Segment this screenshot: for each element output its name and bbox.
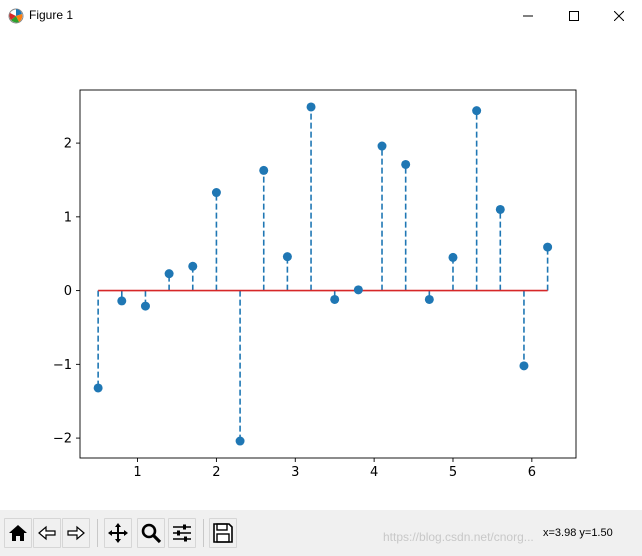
- save-icon: [213, 523, 233, 543]
- stem-marker: [140, 301, 150, 311]
- stem-marker: [472, 106, 482, 116]
- stem-marker: [282, 252, 292, 262]
- x-tick-label: 5: [449, 465, 457, 480]
- stem-plot[interactable]: 1 2 3 4 5 6 −2 −1 0 1 2: [0, 32, 642, 510]
- stem-marker: [93, 383, 103, 393]
- pan-button[interactable]: [104, 518, 132, 548]
- stem-marker: [188, 261, 198, 271]
- zoom-icon: [141, 523, 162, 544]
- stem-marker: [117, 296, 127, 306]
- maximize-icon: [569, 11, 579, 21]
- stem-marker: [401, 159, 411, 169]
- y-tick-label: 0: [64, 284, 72, 299]
- x-tick-label: 4: [370, 465, 378, 480]
- stem-marker: [377, 141, 387, 151]
- forward-icon: [67, 525, 85, 541]
- stem-marker: [259, 165, 269, 175]
- configure-subplots-button[interactable]: [168, 518, 196, 548]
- stem-marker: [424, 294, 434, 304]
- stem-marker: [353, 285, 363, 295]
- axes-frame: [79, 89, 577, 459]
- y-tick-label: −1: [53, 358, 72, 373]
- x-tick-label: 3: [291, 465, 299, 480]
- stem-marker: [306, 102, 316, 112]
- back-button[interactable]: [33, 518, 61, 548]
- toolbar-separator: [97, 519, 98, 547]
- minimize-button[interactable]: [505, 0, 551, 32]
- home-icon: [9, 525, 27, 541]
- maximize-button[interactable]: [551, 0, 597, 32]
- stem-marker: [519, 361, 529, 371]
- home-button[interactable]: [4, 518, 32, 548]
- close-icon: [614, 11, 624, 21]
- window-title: Figure 1: [29, 8, 74, 22]
- matplotlib-app-icon: [8, 8, 24, 24]
- y-tick-label: 1: [64, 210, 72, 225]
- save-button[interactable]: [209, 518, 237, 548]
- watermark-text: https://blog.csdn.net/cnorg...: [383, 530, 534, 544]
- x-tick-label: 6: [528, 465, 536, 480]
- figure-canvas[interactable]: 1 2 3 4 5 6 −2 −1 0 1 2: [0, 32, 642, 510]
- pan-icon: [108, 523, 128, 543]
- forward-button[interactable]: [62, 518, 90, 548]
- stem-marker: [330, 294, 340, 304]
- y-tick-label: −2: [53, 432, 72, 447]
- configure-icon: [173, 524, 191, 542]
- stem-marker: [543, 242, 553, 252]
- close-button[interactable]: [596, 0, 642, 32]
- back-icon: [38, 525, 56, 541]
- stem-marker: [448, 252, 458, 262]
- stem-marker: [495, 204, 505, 214]
- cursor-coordinates: x=3.98 y=1.50: [543, 527, 613, 539]
- x-tick-label: 2: [212, 465, 220, 480]
- minimize-icon: [523, 15, 533, 17]
- toolbar-separator: [203, 519, 204, 547]
- y-tick-label: 2: [64, 137, 72, 152]
- stem-marker: [235, 436, 245, 446]
- zoom-button[interactable]: [137, 518, 165, 548]
- stem-marker: [211, 188, 221, 198]
- stem-marker: [164, 269, 174, 279]
- x-tick-label: 1: [133, 465, 141, 480]
- title-bar: Figure 1: [0, 0, 642, 32]
